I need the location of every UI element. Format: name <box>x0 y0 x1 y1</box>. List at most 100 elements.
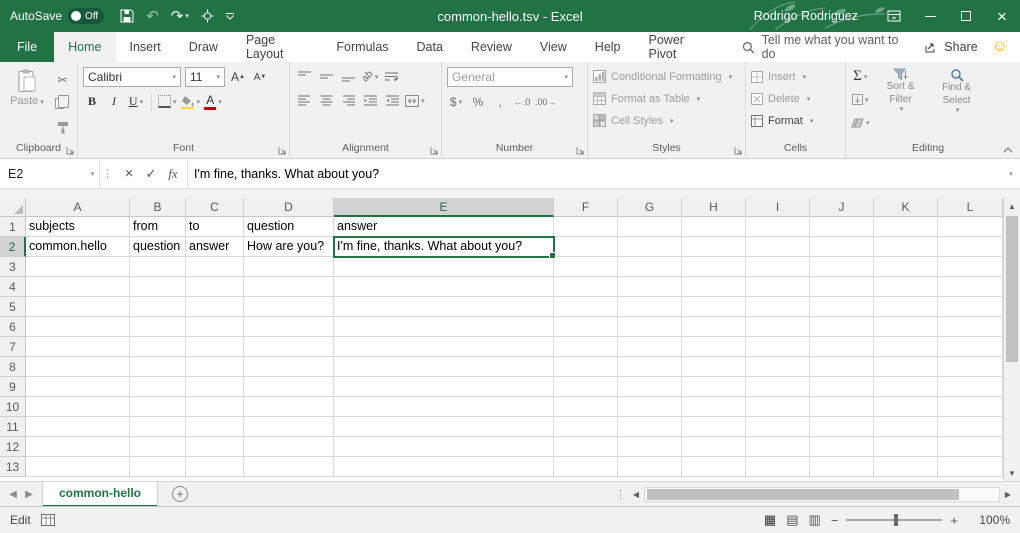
decrease-font-size-button[interactable]: A▼ <box>251 68 269 87</box>
cell-E13[interactable] <box>334 457 554 477</box>
zoom-in-icon[interactable]: + <box>950 513 958 528</box>
cell-F13[interactable] <box>554 457 618 477</box>
tab-data[interactable]: Data <box>403 32 457 62</box>
cell-B10[interactable] <box>130 397 186 417</box>
cell-F7[interactable] <box>554 337 618 357</box>
borders-button[interactable]: ▾ <box>158 92 177 111</box>
cell-B3[interactable] <box>130 257 186 277</box>
hscroll-resize-handle[interactable]: ⋮ <box>613 488 628 501</box>
cell-C13[interactable] <box>186 457 244 477</box>
maximize-button[interactable] <box>948 0 984 32</box>
row-header-6[interactable]: 6 <box>0 317 26 337</box>
cell-F6[interactable] <box>554 317 618 337</box>
name-box-dropdown-icon[interactable]: ▾ <box>84 159 100 188</box>
scroll-left-icon[interactable]: ◀ <box>628 490 644 499</box>
increase-indent-button[interactable] <box>383 91 401 110</box>
cell-E12[interactable] <box>334 437 554 457</box>
insert-function-icon[interactable]: fx <box>163 163 183 185</box>
autosave-toggle[interactable]: AutoSave Off <box>10 8 104 24</box>
cell-B11[interactable] <box>130 417 186 437</box>
row-header-2[interactable]: 2 <box>0 237 26 257</box>
cell-B9[interactable] <box>130 377 186 397</box>
cell-J3[interactable] <box>810 257 874 277</box>
name-box[interactable]: E2 <box>0 159 84 188</box>
cell-L11[interactable] <box>938 417 1003 437</box>
tab-page-layout[interactable]: Page Layout <box>232 32 322 62</box>
cell-H4[interactable] <box>682 277 746 297</box>
cell-A2[interactable]: common.hello <box>26 237 130 257</box>
horizontal-scroll-track[interactable] <box>644 487 1000 502</box>
align-middle-button[interactable] <box>317 67 335 86</box>
align-right-button[interactable] <box>339 91 357 110</box>
font-color-button[interactable]: A ▾ <box>204 92 222 111</box>
cell-H8[interactable] <box>682 357 746 377</box>
cell-G12[interactable] <box>618 437 682 457</box>
cell-B1[interactable]: from <box>130 217 186 237</box>
tab-help[interactable]: Help <box>581 32 635 62</box>
cell-F8[interactable] <box>554 357 618 377</box>
cell-F10[interactable] <box>554 397 618 417</box>
cell-J7[interactable] <box>810 337 874 357</box>
row-header-11[interactable]: 11 <box>0 417 26 437</box>
cell-E10[interactable] <box>334 397 554 417</box>
cell-E1[interactable]: answer <box>334 217 554 237</box>
cell-H12[interactable] <box>682 437 746 457</box>
cell-H10[interactable] <box>682 397 746 417</box>
row-header-8[interactable]: 8 <box>0 357 26 377</box>
align-bottom-button[interactable] <box>339 67 357 86</box>
vertical-scrollbar[interactable]: ▲ ▼ <box>1003 198 1020 481</box>
italic-button[interactable]: I <box>105 92 123 111</box>
cell-I3[interactable] <box>746 257 810 277</box>
scroll-up-icon[interactable]: ▲ <box>1004 198 1020 214</box>
decrease-indent-button[interactable] <box>361 91 379 110</box>
cut-button[interactable]: ✂ <box>53 70 72 89</box>
cell-C3[interactable] <box>186 257 244 277</box>
underline-button[interactable]: U▾ <box>127 92 145 111</box>
cell-C9[interactable] <box>186 377 244 397</box>
cell-J13[interactable] <box>810 457 874 477</box>
cell-C6[interactable] <box>186 317 244 337</box>
cell-L7[interactable] <box>938 337 1003 357</box>
sort-filter-button[interactable]: Sort & Filter▾ <box>876 67 926 141</box>
tab-home[interactable]: Home <box>54 32 115 62</box>
increase-decimal-button[interactable]: ←.0 <box>513 92 531 111</box>
row-header-5[interactable]: 5 <box>0 297 26 317</box>
cell-K3[interactable] <box>874 257 938 277</box>
cell-J10[interactable] <box>810 397 874 417</box>
cell-I13[interactable] <box>746 457 810 477</box>
column-header-F[interactable]: F <box>554 198 618 217</box>
column-header-D[interactable]: D <box>244 198 334 217</box>
column-header-E[interactable]: E <box>334 198 554 217</box>
cell-K1[interactable] <box>874 217 938 237</box>
fill-color-button[interactable]: ▾ <box>181 92 201 111</box>
cell-J6[interactable] <box>810 317 874 337</box>
align-top-button[interactable] <box>295 67 313 86</box>
share-button[interactable]: Share <box>912 32 989 62</box>
cell-B5[interactable] <box>130 297 186 317</box>
conditional-formatting-button[interactable]: Conditional Formatting▾ <box>593 67 740 86</box>
cell-A9[interactable] <box>26 377 130 397</box>
cell-L13[interactable] <box>938 457 1003 477</box>
formula-bar-drag-handle[interactable]: ⋮ <box>100 159 115 188</box>
cell-J9[interactable] <box>810 377 874 397</box>
cell-B13[interactable] <box>130 457 186 477</box>
clipboard-dialog-launcher-icon[interactable] <box>66 146 75 155</box>
cell-D9[interactable] <box>244 377 334 397</box>
cell-D3[interactable] <box>244 257 334 277</box>
cell-F12[interactable] <box>554 437 618 457</box>
scroll-down-icon[interactable]: ▼ <box>1004 465 1020 481</box>
cell-J2[interactable] <box>810 237 874 257</box>
cell-G1[interactable] <box>618 217 682 237</box>
cell-C2[interactable]: answer <box>186 237 244 257</box>
orientation-button[interactable]: ab▾ <box>361 67 379 86</box>
sheet-prev-icon[interactable]: ◀ <box>6 489 20 500</box>
cell-K6[interactable] <box>874 317 938 337</box>
cell-D11[interactable] <box>244 417 334 437</box>
cell-H1[interactable] <box>682 217 746 237</box>
font-name-combo[interactable]: Calibri▾ <box>83 67 181 87</box>
cell-A1[interactable]: subjects <box>26 217 130 237</box>
cell-I12[interactable] <box>746 437 810 457</box>
cell-L1[interactable] <box>938 217 1003 237</box>
increase-font-size-button[interactable]: A▲ <box>229 68 247 87</box>
cell-E6[interactable] <box>334 317 554 337</box>
